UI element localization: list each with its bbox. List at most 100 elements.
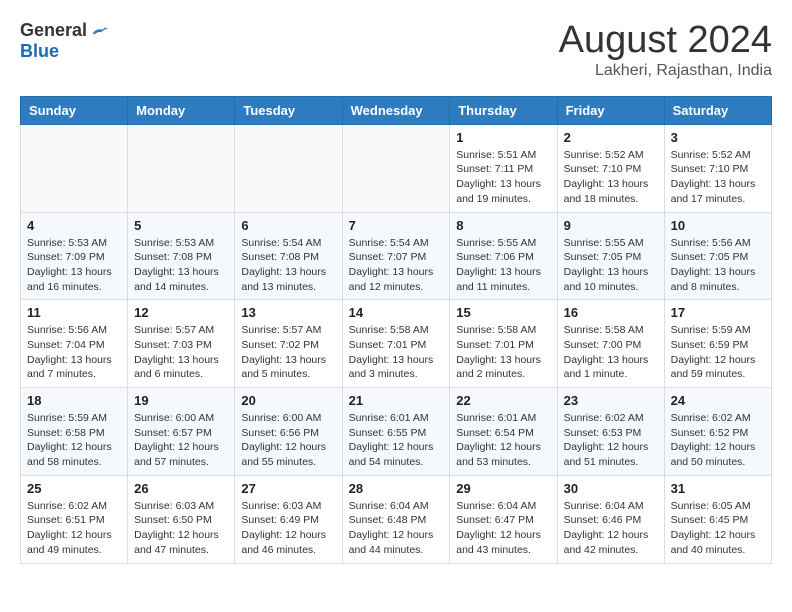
calendar-header-friday: Friday: [557, 96, 664, 124]
day-number: 15: [456, 305, 550, 320]
day-number: 13: [241, 305, 335, 320]
day-number: 28: [349, 481, 444, 496]
day-info: Sunrise: 5:54 AMSunset: 7:07 PMDaylight:…: [349, 236, 444, 295]
calendar-cell: 13 Sunrise: 5:57 AMSunset: 7:02 PMDayligh…: [235, 300, 342, 388]
day-number: 17: [671, 305, 765, 320]
calendar-cell: [235, 124, 342, 212]
day-info: Sunrise: 6:04 AMSunset: 6:48 PMDaylight:…: [349, 499, 444, 558]
day-number: 31: [671, 481, 765, 496]
day-number: 7: [349, 218, 444, 233]
calendar-cell: 7 Sunrise: 5:54 AMSunset: 7:07 PMDaylight…: [342, 212, 450, 300]
day-info: Sunrise: 6:02 AMSunset: 6:51 PMDaylight:…: [27, 499, 121, 558]
day-number: 26: [134, 481, 228, 496]
calendar-cell: 20 Sunrise: 6:00 AMSunset: 6:56 PMDayligh…: [235, 388, 342, 476]
calendar-cell: 29 Sunrise: 6:04 AMSunset: 6:47 PMDayligh…: [450, 475, 557, 563]
day-number: 6: [241, 218, 335, 233]
calendar-cell: 23 Sunrise: 6:02 AMSunset: 6:53 PMDayligh…: [557, 388, 664, 476]
day-info: Sunrise: 6:00 AMSunset: 6:56 PMDaylight:…: [241, 411, 335, 470]
calendar-cell: 24 Sunrise: 6:02 AMSunset: 6:52 PMDayligh…: [664, 388, 771, 476]
day-info: Sunrise: 6:02 AMSunset: 6:52 PMDaylight:…: [671, 411, 765, 470]
calendar-header-monday: Monday: [128, 96, 235, 124]
calendar-cell: 1 Sunrise: 5:51 AMSunset: 7:11 PMDaylight…: [450, 124, 557, 212]
calendar-cell: 21 Sunrise: 6:01 AMSunset: 6:55 PMDayligh…: [342, 388, 450, 476]
calendar-cell: 5 Sunrise: 5:53 AMSunset: 7:08 PMDaylight…: [128, 212, 235, 300]
day-info: Sunrise: 6:02 AMSunset: 6:53 PMDaylight:…: [564, 411, 658, 470]
calendar-week-row: 4Sunrise: 5:53 AMSunset: 7:09 PMDaylight…: [21, 212, 772, 300]
calendar-cell: 8 Sunrise: 5:55 AMSunset: 7:06 PMDaylight…: [450, 212, 557, 300]
day-number: 4: [27, 218, 121, 233]
calendar-cell: 22 Sunrise: 6:01 AMSunset: 6:54 PMDayligh…: [450, 388, 557, 476]
calendar-header-sunday: Sunday: [21, 96, 128, 124]
day-info: Sunrise: 6:05 AMSunset: 6:45 PMDaylight:…: [671, 499, 765, 558]
day-number: 23: [564, 393, 658, 408]
calendar-week-row: 25 Sunrise: 6:02 AMSunset: 6:51 PMDayligh…: [21, 475, 772, 563]
calendar-cell: 31 Sunrise: 6:05 AMSunset: 6:45 PMDayligh…: [664, 475, 771, 563]
day-number: 8: [456, 218, 550, 233]
day-number: 22: [456, 393, 550, 408]
day-number: 14: [349, 305, 444, 320]
day-info: Sunrise: 5:51 AMSunset: 7:11 PMDaylight:…: [456, 148, 550, 207]
calendar-cell: 2Sunrise: 5:52 AMSunset: 7:10 PMDaylight…: [557, 124, 664, 212]
calendar-week-row: 1 Sunrise: 5:51 AMSunset: 7:11 PMDaylight…: [21, 124, 772, 212]
day-number: 20: [241, 393, 335, 408]
logo-blue-text: Blue: [20, 41, 59, 62]
calendar-header-saturday: Saturday: [664, 96, 771, 124]
calendar-cell: 25 Sunrise: 6:02 AMSunset: 6:51 PMDayligh…: [21, 475, 128, 563]
title-section: August 2024 Lakheri, Rajasthan, India: [559, 20, 772, 80]
day-number: 1: [456, 130, 550, 145]
day-info: Sunrise: 6:03 AMSunset: 6:49 PMDaylight:…: [241, 499, 335, 558]
day-info: Sunrise: 5:57 AMSunset: 7:02 PMDaylight:…: [241, 323, 335, 382]
day-info: Sunrise: 6:04 AMSunset: 6:46 PMDaylight:…: [564, 499, 658, 558]
day-info: Sunrise: 5:54 AMSunset: 7:08 PMDaylight:…: [241, 236, 335, 295]
calendar-cell: 3 Sunrise: 5:52 AMSunset: 7:10 PMDaylight…: [664, 124, 771, 212]
logo: General Blue: [20, 20, 109, 62]
day-number: 25: [27, 481, 121, 496]
day-info: Sunrise: 6:01 AMSunset: 6:54 PMDaylight:…: [456, 411, 550, 470]
calendar-header-wednesday: Wednesday: [342, 96, 450, 124]
day-number: 3: [671, 130, 765, 145]
day-number: 5: [134, 218, 228, 233]
calendar-cell: [21, 124, 128, 212]
calendar-cell: 9Sunrise: 5:55 AMSunset: 7:05 PMDaylight…: [557, 212, 664, 300]
day-info: Sunrise: 5:53 AMSunset: 7:08 PMDaylight:…: [134, 236, 228, 295]
day-number: 18: [27, 393, 121, 408]
calendar-cell: 17Sunrise: 5:59 AMSunset: 6:59 PMDayligh…: [664, 300, 771, 388]
calendar-header-tuesday: Tuesday: [235, 96, 342, 124]
calendar-cell: 10Sunrise: 5:56 AMSunset: 7:05 PMDayligh…: [664, 212, 771, 300]
calendar-cell: 12 Sunrise: 5:57 AMSunset: 7:03 PMDayligh…: [128, 300, 235, 388]
day-number: 19: [134, 393, 228, 408]
day-number: 11: [27, 305, 121, 320]
day-info: Sunrise: 5:55 AMSunset: 7:06 PMDaylight:…: [456, 236, 550, 295]
calendar-cell: 14 Sunrise: 5:58 AMSunset: 7:01 PMDayligh…: [342, 300, 450, 388]
day-number: 27: [241, 481, 335, 496]
calendar-cell: 6 Sunrise: 5:54 AMSunset: 7:08 PMDaylight…: [235, 212, 342, 300]
day-number: 30: [564, 481, 658, 496]
day-info: Sunrise: 5:58 AMSunset: 7:01 PMDaylight:…: [456, 323, 550, 382]
calendar-cell: 26Sunrise: 6:03 AMSunset: 6:50 PMDayligh…: [128, 475, 235, 563]
day-info: Sunrise: 5:58 AMSunset: 7:01 PMDaylight:…: [349, 323, 444, 382]
location-text: Lakheri, Rajasthan, India: [559, 62, 772, 80]
calendar-cell: [128, 124, 235, 212]
day-info: Sunrise: 6:04 AMSunset: 6:47 PMDaylight:…: [456, 499, 550, 558]
day-info: Sunrise: 5:52 AMSunset: 7:10 PMDaylight:…: [671, 148, 765, 207]
calendar-week-row: 11Sunrise: 5:56 AMSunset: 7:04 PMDayligh…: [21, 300, 772, 388]
day-info: Sunrise: 6:01 AMSunset: 6:55 PMDaylight:…: [349, 411, 444, 470]
day-info: Sunrise: 5:55 AMSunset: 7:05 PMDaylight:…: [564, 236, 658, 295]
day-info: Sunrise: 6:00 AMSunset: 6:57 PMDaylight:…: [134, 411, 228, 470]
logo-bird-icon: [89, 21, 109, 41]
calendar-cell: 18Sunrise: 5:59 AMSunset: 6:58 PMDayligh…: [21, 388, 128, 476]
day-number: 24: [671, 393, 765, 408]
day-number: 2: [564, 130, 658, 145]
day-number: 16: [564, 305, 658, 320]
calendar-cell: 15 Sunrise: 5:58 AMSunset: 7:01 PMDayligh…: [450, 300, 557, 388]
month-title: August 2024: [559, 20, 772, 62]
calendar-cell: 27 Sunrise: 6:03 AMSunset: 6:49 PMDayligh…: [235, 475, 342, 563]
calendar-cell: [342, 124, 450, 212]
page-header: General Blue August 2024 Lakheri, Rajast…: [20, 20, 772, 80]
day-number: 12: [134, 305, 228, 320]
day-number: 29: [456, 481, 550, 496]
day-number: 21: [349, 393, 444, 408]
day-info: Sunrise: 5:57 AMSunset: 7:03 PMDaylight:…: [134, 323, 228, 382]
calendar-header-thursday: Thursday: [450, 96, 557, 124]
calendar-cell: 11Sunrise: 5:56 AMSunset: 7:04 PMDayligh…: [21, 300, 128, 388]
